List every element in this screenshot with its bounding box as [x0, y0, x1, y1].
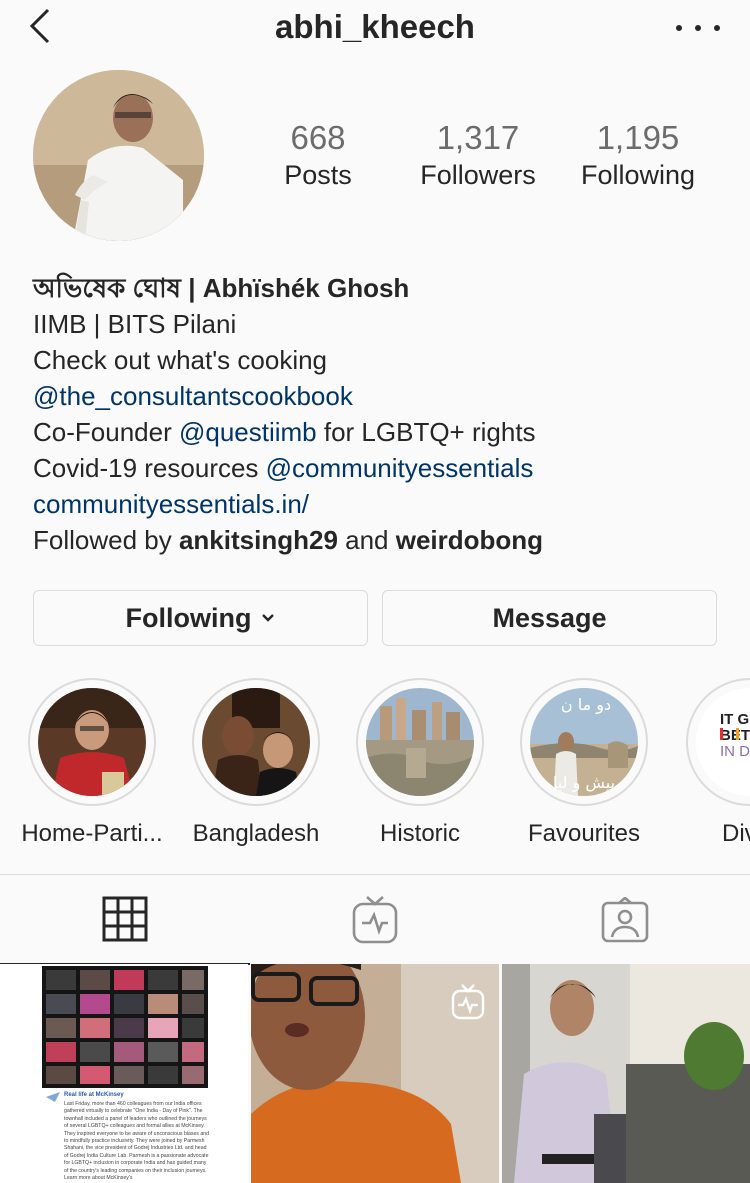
post-image [502, 964, 750, 1183]
highlight-label: Favourites [527, 820, 641, 847]
send-icon [46, 1092, 60, 1102]
profile-username: abhi_kheech [275, 8, 475, 45]
followers-count: 1,317 [436, 119, 520, 156]
video-call-screenshot [42, 966, 208, 1088]
svg-text:IN D: IN D [720, 743, 750, 760]
bio-line-covid: Covid-19 resources @communityessentials [33, 453, 534, 483]
highlight-historic[interactable]: Historic [338, 678, 502, 848]
highlight-thumbnail [202, 688, 310, 796]
grid-icon [102, 896, 148, 942]
post-thumbnail[interactable]: Real life at McKinsey Last Friday, more … [0, 964, 248, 1183]
svg-text:BETT: BETT [720, 727, 750, 744]
bio-mention-cookbook[interactable]: @the_consultantscookbook [33, 378, 733, 414]
followed-by-line[interactable]: Followed by ankitsingh29 and weirdobong [33, 522, 733, 558]
bio-line-cooking: Check out what's cooking [33, 345, 328, 375]
igtv-icon [451, 984, 485, 1020]
posts-grid: Real life at McKinsey Last Friday, more … [0, 964, 750, 1183]
profile-full-name: অভিষেক ঘোষ | Abhïshék Ghosh [33, 273, 410, 303]
highlight-label: Home-Parti... [21, 820, 163, 847]
bio-mention-questiimb[interactable]: @questiimb [179, 417, 317, 447]
profile-tabs [0, 874, 750, 965]
highlight-bangladesh[interactable]: Bangladesh [174, 678, 338, 848]
profile-avatar[interactable] [33, 70, 204, 241]
profile-stats: 668 Posts 1,317 Followers 1,195 Followin… [260, 118, 720, 198]
story-highlights: Home-Parti... Bangladesh Historic دو ما … [0, 678, 750, 858]
followers-label: Followers [420, 160, 536, 190]
highlight-diversity[interactable]: IT G BETT IN D Diver [668, 678, 750, 848]
more-horizontal-icon [676, 25, 682, 31]
following-label: Following [580, 160, 696, 190]
svg-text:دو ما ن: دو ما ن [561, 695, 611, 715]
bio-mention-communityessentials[interactable]: @communityessentials [266, 453, 534, 483]
post-caption-body: Last Friday, more than 460 colleagues fr… [64, 1101, 210, 1182]
highlight-label: Bangladesh [192, 820, 320, 847]
highlight-favourites[interactable]: دو ما ن بیش و لیا Favourites [502, 678, 666, 848]
followed-by-user-1[interactable]: ankitsingh29 [179, 525, 338, 555]
followed-by-user-2[interactable]: weirdobong [396, 525, 543, 555]
bio-line-education: IIMB | BITS Pilani [33, 309, 237, 339]
posts-stat[interactable]: 668 Posts [260, 118, 376, 192]
chevron-down-icon [262, 614, 275, 622]
following-stat[interactable]: 1,195 Following [570, 118, 706, 192]
highlight-thumbnail: دو ما ن بیش و لیا [530, 688, 638, 796]
highlight-thumbnail [366, 688, 474, 796]
more-options-button[interactable] [676, 16, 720, 40]
highlight-label: Historic [379, 820, 460, 847]
tab-posts-grid[interactable] [0, 875, 250, 965]
message-button[interactable]: Message [382, 590, 717, 646]
posts-label: Posts [284, 160, 352, 190]
highlight-home-parties[interactable]: Home-Parti... [10, 678, 174, 848]
highlight-thumbnail [38, 688, 146, 796]
profile-header: abhi_kheech [0, 0, 750, 56]
post-thumbnail[interactable] [502, 964, 750, 1183]
tab-tagged[interactable] [500, 875, 750, 965]
svg-text:IT G: IT G [720, 711, 749, 728]
tagged-icon [601, 897, 649, 943]
tab-igtv[interactable] [250, 875, 500, 965]
highlight-thumbnail: IT G BETT IN D [696, 688, 750, 796]
post-thumbnail-igtv[interactable] [251, 964, 499, 1183]
posts-count: 668 [290, 119, 346, 156]
avatar-photo [33, 70, 204, 241]
post-caption-title: Real life at McKinsey [64, 1092, 124, 1098]
followers-stat[interactable]: 1,317 Followers [410, 118, 546, 192]
bio-line-cofounder: Co-Founder @questiimb for LGBTQ+ rights [33, 417, 536, 447]
following-count: 1,195 [596, 119, 680, 156]
profile-bio: অভিষেক ঘোষ | Abhïshék Ghosh IIMB | BITS … [33, 270, 733, 558]
igtv-icon [352, 896, 398, 944]
following-button[interactable]: Following [33, 590, 368, 646]
following-button-label: Following [125, 602, 252, 633]
highlight-label: Diver [721, 820, 750, 847]
message-button-label: Message [492, 602, 607, 633]
bio-website-link[interactable]: communityessentials.in/ [33, 486, 733, 522]
svg-text:بیش و لیا: بیش و لیا [553, 773, 615, 793]
